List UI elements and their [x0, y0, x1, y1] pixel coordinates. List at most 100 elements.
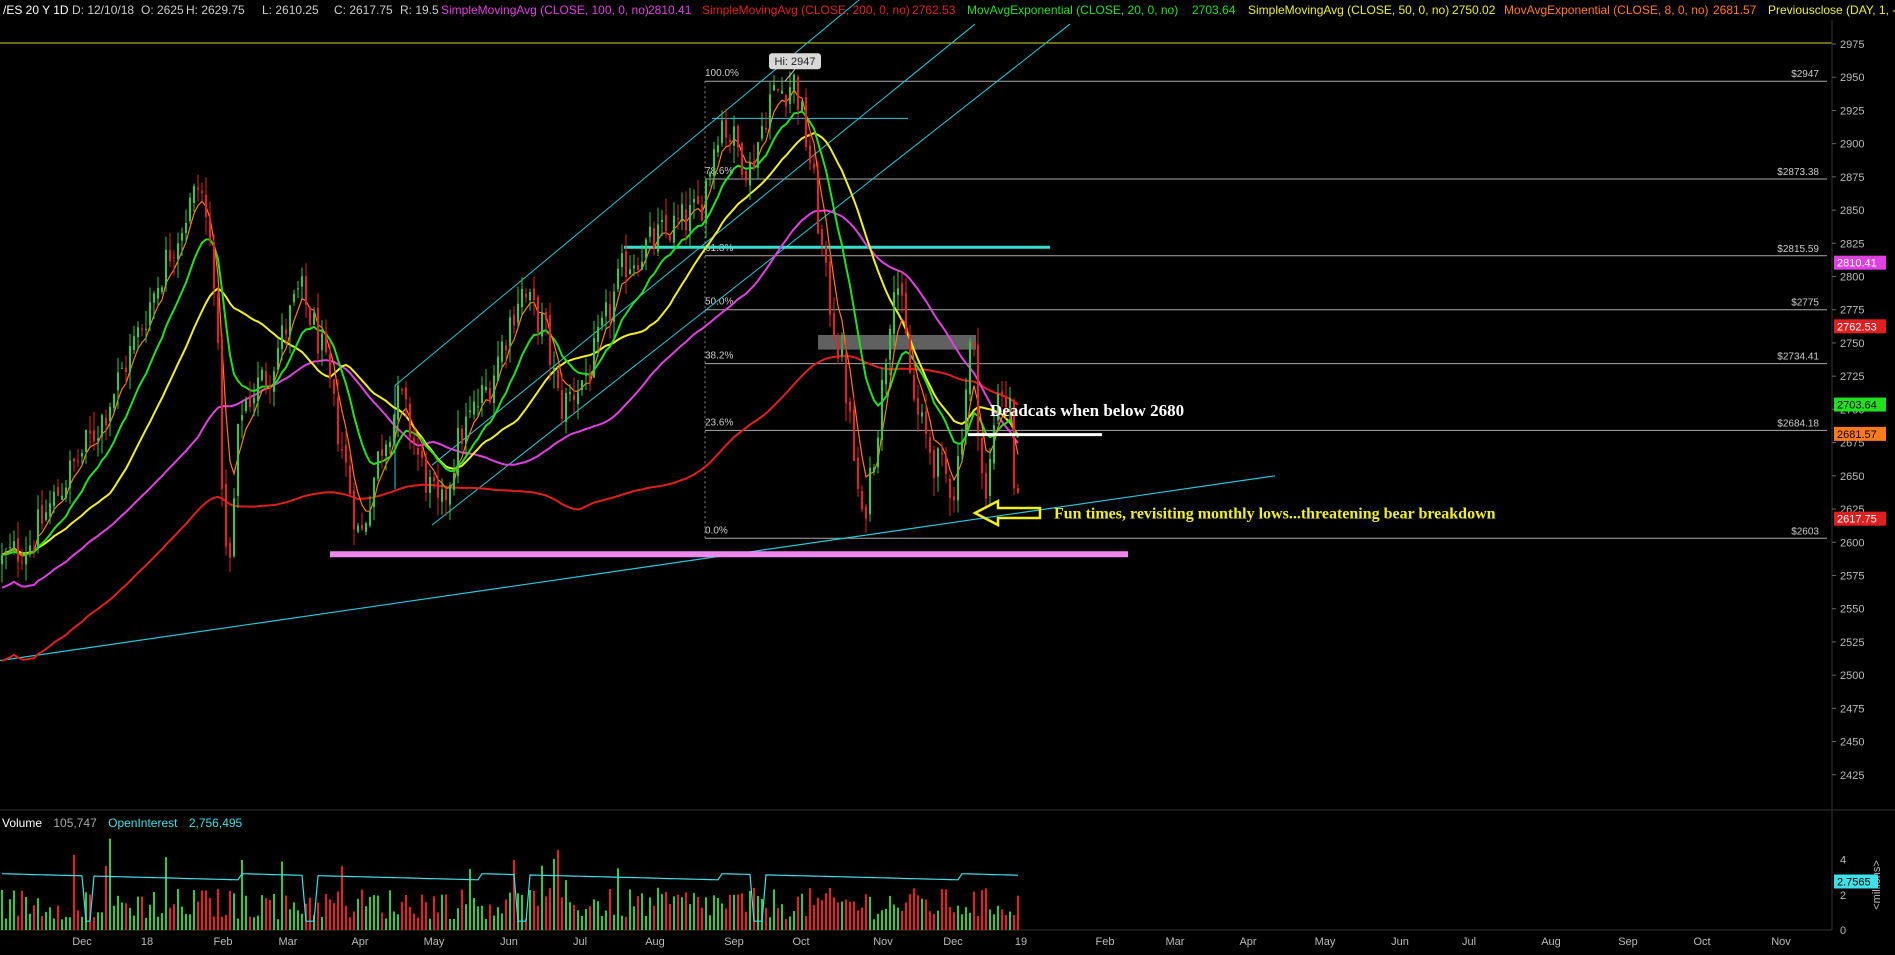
volume-bar[interactable]	[297, 910, 299, 930]
candle-body[interactable]	[953, 496, 955, 501]
candle-body[interactable]	[89, 430, 91, 434]
volume-bar[interactable]	[169, 907, 171, 930]
candle-body[interactable]	[405, 387, 407, 400]
volume-bar[interactable]	[345, 905, 347, 930]
volume-bar[interactable]	[201, 890, 203, 930]
candle-body[interactable]	[665, 214, 667, 232]
candle-body[interactable]	[261, 369, 263, 381]
volume-bar[interactable]	[437, 912, 439, 930]
volume-bar[interactable]	[61, 919, 63, 930]
candle-body[interactable]	[765, 127, 767, 130]
candle-body[interactable]	[441, 489, 443, 502]
candle-body[interactable]	[697, 196, 699, 205]
volume-bar[interactable]	[785, 918, 787, 930]
candle-body[interactable]	[937, 448, 939, 477]
volume-bar[interactable]	[881, 910, 883, 930]
candle-body[interactable]	[409, 403, 411, 438]
candle-body[interactable]	[117, 372, 119, 391]
volume-bar[interactable]	[265, 898, 267, 930]
candle-body[interactable]	[445, 489, 447, 501]
candle-body[interactable]	[533, 288, 535, 301]
volume-bar[interactable]	[1, 889, 3, 930]
volume-bar[interactable]	[433, 896, 435, 930]
volume-bar[interactable]	[445, 894, 447, 930]
candle-body[interactable]	[33, 547, 35, 549]
volume-bar[interactable]	[565, 880, 567, 930]
volume-bar[interactable]	[473, 898, 475, 930]
candle-body[interactable]	[689, 204, 691, 232]
volume-bar[interactable]	[745, 911, 747, 930]
candle-body[interactable]	[57, 487, 59, 496]
candle-body[interactable]	[41, 505, 43, 524]
candle-body[interactable]	[981, 437, 983, 474]
volume-bar[interactable]	[29, 913, 31, 930]
volume-bar[interactable]	[181, 906, 183, 930]
volume-bar[interactable]	[897, 907, 899, 930]
candle-body[interactable]	[645, 239, 647, 259]
volume-bar[interactable]	[357, 898, 359, 930]
candle-body[interactable]	[137, 327, 139, 337]
volume-bar[interactable]	[469, 869, 471, 930]
candle-body[interactable]	[269, 386, 271, 388]
candle-body[interactable]	[909, 336, 911, 373]
candle-body[interactable]	[761, 126, 763, 139]
candle-body[interactable]	[609, 304, 611, 321]
volume-bar[interactable]	[529, 890, 531, 930]
candle-body[interactable]	[413, 437, 415, 444]
candle-body[interactable]	[977, 344, 979, 436]
candle-body[interactable]	[881, 379, 883, 441]
volume-bar[interactable]	[593, 899, 595, 930]
volume-bar[interactable]	[977, 916, 979, 930]
volume-bar[interactable]	[193, 890, 195, 930]
volume-bar[interactable]	[521, 894, 523, 930]
volume-bar[interactable]	[853, 901, 855, 930]
volume-bar[interactable]	[637, 896, 639, 930]
volume-bar[interactable]	[905, 902, 907, 930]
candle-body[interactable]	[825, 246, 827, 263]
candle-body[interactable]	[329, 353, 331, 380]
candle-body[interactable]	[233, 498, 235, 557]
candle-body[interactable]	[125, 367, 127, 373]
volume-bar[interactable]	[657, 887, 659, 930]
volume-bar[interactable]	[797, 896, 799, 930]
candle-body[interactable]	[945, 455, 947, 474]
candle-body[interactable]	[297, 288, 299, 290]
volume-bar[interactable]	[909, 894, 911, 930]
candle-body[interactable]	[521, 288, 523, 308]
volume-bar[interactable]	[393, 911, 395, 930]
candle-body[interactable]	[669, 235, 671, 241]
candle-body[interactable]	[605, 302, 607, 317]
candle-body[interactable]	[69, 460, 71, 488]
candle-body[interactable]	[653, 228, 655, 248]
candle-body[interactable]	[597, 326, 599, 342]
candle-body[interactable]	[493, 375, 495, 403]
candle-body[interactable]	[373, 477, 375, 508]
candle-body[interactable]	[425, 457, 427, 493]
volume-bar[interactable]	[405, 895, 407, 930]
candle-body[interactable]	[361, 524, 363, 530]
volume-bar[interactable]	[485, 918, 487, 930]
volume-bar[interactable]	[869, 896, 871, 930]
volume-bar[interactable]	[885, 908, 887, 930]
volume-bar[interactable]	[65, 916, 67, 930]
candle-body[interactable]	[685, 209, 687, 231]
candle-body[interactable]	[85, 429, 87, 452]
candle-body[interactable]	[213, 241, 215, 289]
volume-bar[interactable]	[373, 895, 375, 930]
candle-body[interactable]	[333, 379, 335, 394]
volume-bar[interactable]	[21, 890, 23, 930]
volume-bar[interactable]	[353, 911, 355, 930]
volume-bar[interactable]	[821, 900, 823, 930]
candle-body[interactable]	[185, 222, 187, 233]
volume-bar[interactable]	[153, 891, 155, 930]
candle-body[interactable]	[105, 417, 107, 426]
candle-body[interactable]	[769, 94, 771, 128]
volume-bar[interactable]	[733, 894, 735, 930]
candle-body[interactable]	[305, 276, 307, 305]
volume-bar[interactable]	[109, 838, 111, 930]
volume-bar[interactable]	[925, 899, 927, 930]
volume-bar[interactable]	[841, 901, 843, 930]
candle-body[interactable]	[357, 525, 359, 532]
candle-body[interactable]	[541, 313, 543, 337]
candle-body[interactable]	[941, 452, 943, 455]
